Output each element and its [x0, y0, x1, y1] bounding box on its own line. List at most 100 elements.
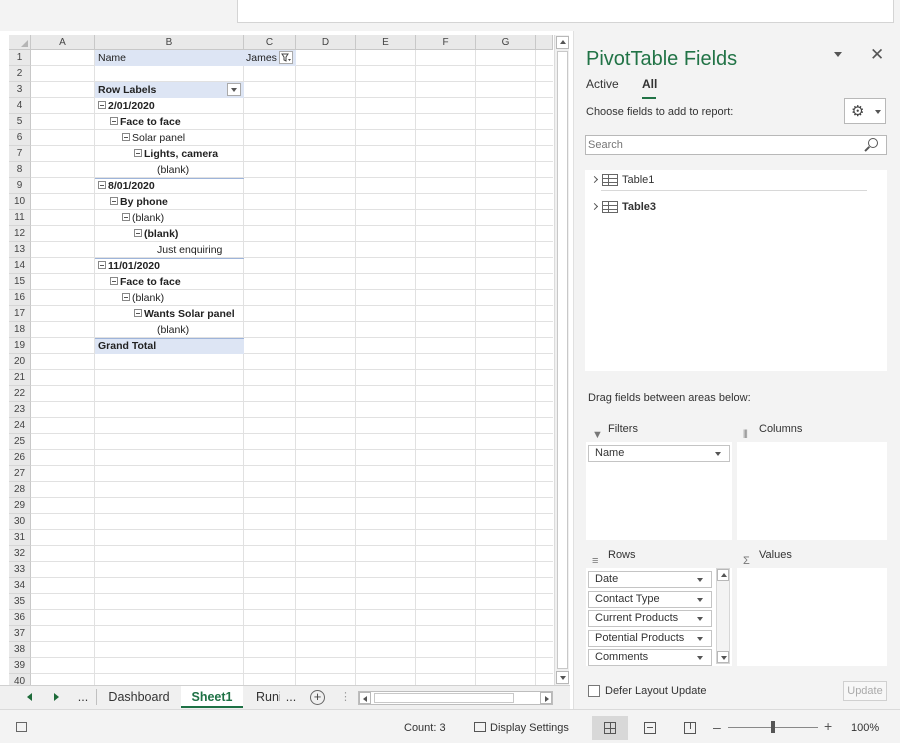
row-header-14[interactable]: 14	[9, 258, 31, 274]
row-header-12[interactable]: 12	[9, 226, 31, 242]
scroll-down-arrow-icon[interactable]	[556, 671, 569, 684]
filter-field-name[interactable]: Name	[588, 445, 730, 462]
pane-options-chevron-icon[interactable]	[834, 52, 842, 57]
row-header-34[interactable]: 34	[9, 578, 31, 594]
display-settings-button[interactable]: Display Settings	[490, 722, 569, 734]
scroll-up-arrow-icon[interactable]	[556, 36, 569, 49]
column-header-b[interactable]: B	[95, 35, 244, 50]
vertical-scrollbar[interactable]	[554, 35, 569, 685]
row-header-1[interactable]: 1	[9, 50, 31, 66]
row-field-current-products[interactable]: Current Products	[588, 610, 712, 628]
pivot-row-item[interactable]: Just enquiring	[95, 242, 244, 258]
pivot-row-item[interactable]: (blank)	[95, 290, 244, 306]
plus-circle-icon[interactable]: +	[310, 690, 325, 705]
search-input[interactable]	[585, 135, 887, 155]
column-header-a[interactable]: A	[31, 35, 95, 50]
normal-view-button[interactable]	[592, 716, 628, 740]
collapse-icon[interactable]	[122, 293, 130, 301]
collapse-icon[interactable]	[122, 133, 130, 141]
row-field-contact-type[interactable]: Contact Type	[588, 590, 712, 608]
splitter-dots-icon[interactable]: ⋮	[340, 690, 351, 703]
select-all-corner[interactable]	[9, 35, 31, 50]
row-header-36[interactable]: 36	[9, 610, 31, 626]
prev-sheet-arrow-icon[interactable]	[27, 693, 32, 701]
row-header-22[interactable]: 22	[9, 386, 31, 402]
tab-sheet1[interactable]: Sheet1	[181, 686, 243, 708]
row-header-13[interactable]: 13	[9, 242, 31, 258]
collapse-icon[interactable]	[110, 197, 118, 205]
tab-dashboard[interactable]: Dashboard	[98, 686, 180, 708]
row-header-8[interactable]: 8	[9, 162, 31, 178]
row-header-26[interactable]: 26	[9, 450, 31, 466]
row-header-16[interactable]: 16	[9, 290, 31, 306]
row-header-21[interactable]: 21	[9, 370, 31, 386]
row-header-31[interactable]: 31	[9, 530, 31, 546]
pivot-row-item[interactable]: 11/01/2020	[95, 258, 244, 274]
filter-label-cell[interactable]: Name	[95, 50, 244, 66]
close-icon[interactable]: ✕	[870, 45, 884, 65]
pivot-row-item[interactable]: (blank)	[95, 210, 244, 226]
column-header-f[interactable]: F	[416, 35, 476, 50]
next-sheet-arrow-icon[interactable]	[54, 693, 59, 701]
row-header-27[interactable]: 27	[9, 466, 31, 482]
grand-total-row[interactable]: Grand Total	[95, 338, 244, 354]
pivot-row-item[interactable]: (blank)	[95, 322, 244, 338]
macro-record-icon[interactable]	[16, 722, 27, 732]
field-table3[interactable]: Table3	[585, 197, 875, 217]
row-header-20[interactable]: 20	[9, 354, 31, 370]
collapse-icon[interactable]	[98, 181, 106, 189]
zoom-level[interactable]: 100%	[851, 722, 879, 734]
row-header-39[interactable]: 39	[9, 658, 31, 674]
row-header-23[interactable]: 23	[9, 402, 31, 418]
update-button[interactable]: Update	[843, 681, 887, 701]
pivot-row-item[interactable]: Face to face	[95, 274, 244, 290]
zoom-in-button[interactable]: +	[824, 718, 832, 734]
row-header-6[interactable]: 6	[9, 130, 31, 146]
row-header-40[interactable]: 40	[9, 674, 31, 685]
pivot-row-item[interactable]: (blank)	[95, 162, 244, 178]
row-field-comments[interactable]: Comments	[588, 649, 712, 667]
row-header-32[interactable]: 32	[9, 546, 31, 562]
search-icon[interactable]	[868, 138, 878, 148]
pivot-row-item[interactable]: Solar panel	[95, 130, 244, 146]
defer-layout-checkbox[interactable]	[588, 685, 600, 697]
row-header-30[interactable]: 30	[9, 514, 31, 530]
row-header-3[interactable]: 3	[9, 82, 31, 98]
column-header-c[interactable]: C	[244, 35, 296, 50]
row-labels-dropdown-icon[interactable]	[227, 83, 241, 96]
row-field-potential-products[interactable]: Potential Products	[588, 629, 712, 647]
row-header-2[interactable]: 2	[9, 66, 31, 82]
column-header-e[interactable]: E	[356, 35, 416, 50]
collapse-icon[interactable]	[110, 277, 118, 285]
formula-bar-input[interactable]	[237, 0, 894, 23]
collapse-icon[interactable]	[122, 213, 130, 221]
scroll-left-arrow-icon[interactable]	[359, 692, 371, 704]
tab-runi[interactable]: Runi	[244, 686, 280, 708]
row-header-38[interactable]: 38	[9, 642, 31, 658]
row-labels-header[interactable]: Row Labels	[95, 82, 244, 98]
pivot-row-item[interactable]: 8/01/2020	[95, 178, 244, 194]
pivot-row-item[interactable]: By phone	[95, 194, 244, 210]
tools-button[interactable]: ⚙	[844, 98, 886, 124]
row-header-5[interactable]: 5	[9, 114, 31, 130]
scroll-right-arrow-icon[interactable]	[540, 692, 552, 704]
collapse-icon[interactable]	[98, 101, 106, 109]
display-settings-icon[interactable]	[474, 722, 486, 732]
collapse-icon[interactable]	[134, 149, 142, 157]
collapse-icon[interactable]	[98, 261, 106, 269]
pivot-row-item[interactable]: 2/01/2020	[95, 98, 244, 114]
defer-layout-label[interactable]: Defer Layout Update	[605, 685, 707, 697]
row-header-18[interactable]: 18	[9, 322, 31, 338]
page-break-view-button[interactable]	[672, 716, 708, 740]
chevron-right-icon[interactable]	[590, 202, 599, 211]
row-header-9[interactable]: 9	[9, 178, 31, 194]
pivot-row-item[interactable]: Face to face	[95, 114, 244, 130]
row-header-28[interactable]: 28	[9, 482, 31, 498]
pivot-row-item[interactable]: Lights, camera	[95, 146, 244, 162]
rows-scrollbar[interactable]	[716, 568, 730, 664]
row-field-date[interactable]: Date	[588, 571, 712, 588]
scroll-down-arrow-icon[interactable]	[717, 651, 729, 663]
horizontal-scrollbar[interactable]	[358, 691, 553, 705]
row-header-4[interactable]: 4	[9, 98, 31, 114]
tab-active[interactable]: Active	[586, 77, 619, 91]
